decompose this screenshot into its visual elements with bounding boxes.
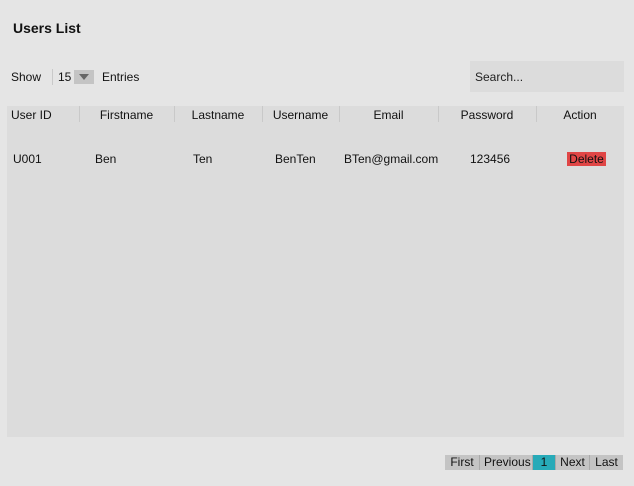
entries-label: Entries xyxy=(102,70,140,84)
page-1-button[interactable]: 1 xyxy=(533,455,556,470)
show-label: Show xyxy=(11,70,42,84)
first-page-button[interactable]: First xyxy=(445,455,480,470)
table-header: User ID Firstname Lastname Username Emai… xyxy=(7,106,624,124)
table-row: U001 Ben Ten BenTen BTen@gmail.com 12345… xyxy=(7,150,624,168)
header-action: Action xyxy=(563,108,597,122)
cell-password: 123456 xyxy=(470,152,511,166)
entries-select[interactable]: 15 xyxy=(58,69,94,85)
cell-user-id: U001 xyxy=(13,152,42,166)
caret-down-icon[interactable] xyxy=(74,70,94,84)
cell-firstname: Ben xyxy=(95,152,117,166)
cell-email: BTen@gmail.com xyxy=(344,152,439,166)
header-password: Password xyxy=(460,108,514,122)
header-lastname: Lastname xyxy=(191,108,245,122)
delete-button[interactable]: Delete xyxy=(567,152,606,166)
header-email: Email xyxy=(373,108,404,122)
entries-value: 15 xyxy=(58,70,72,84)
next-page-button[interactable]: Next xyxy=(556,455,590,470)
search-input[interactable] xyxy=(470,61,624,92)
previous-page-button[interactable]: Previous xyxy=(480,455,533,470)
header-firstname: Firstname xyxy=(99,108,154,122)
pagination: First Previous 1 Next Last xyxy=(445,455,623,470)
header-username: Username xyxy=(272,108,329,122)
page-title: Users List xyxy=(13,20,81,36)
last-page-button[interactable]: Last xyxy=(590,455,623,470)
divider xyxy=(52,69,53,85)
users-table: User ID Firstname Lastname Username Emai… xyxy=(7,106,624,437)
header-user-id: User ID xyxy=(11,108,52,122)
cell-username: BenTen xyxy=(275,152,316,166)
cell-lastname: Ten xyxy=(193,152,213,166)
